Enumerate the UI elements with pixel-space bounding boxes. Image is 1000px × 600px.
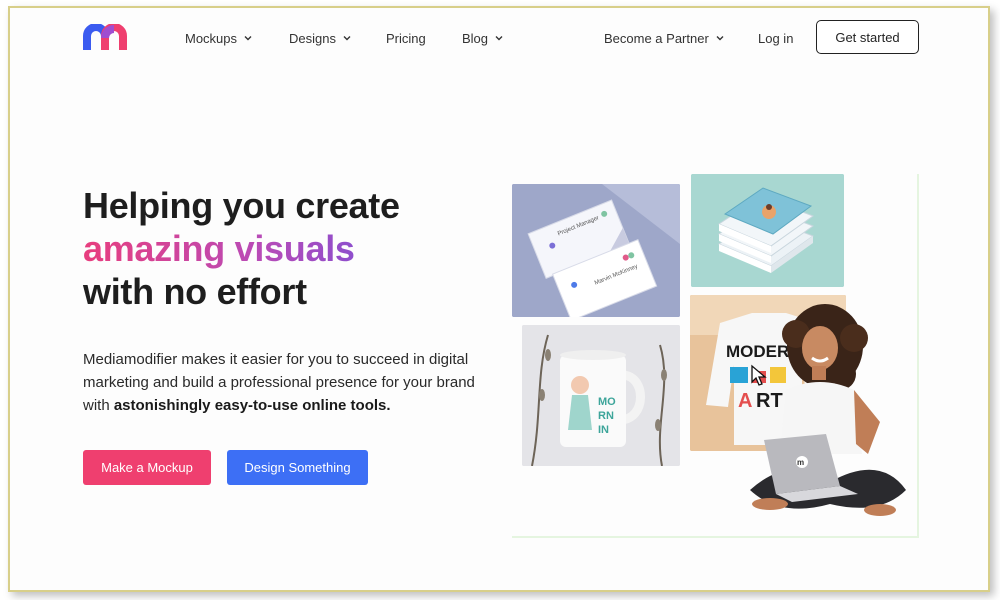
- headline-line-3: with no effort: [83, 271, 307, 312]
- svg-text:IN: IN: [598, 424, 609, 436]
- mug-mockup-image: MO RN IN: [522, 325, 680, 466]
- headline-line-1: Helping you create: [83, 185, 400, 226]
- hero-description: Mediamodifier makes it easier for you to…: [83, 348, 503, 417]
- design-something-button[interactable]: Design Something: [227, 450, 368, 485]
- nav-mockups[interactable]: Mockups: [185, 28, 253, 48]
- books-mockup-image: [691, 174, 844, 287]
- nav-mockups-label: Mockups: [185, 30, 238, 46]
- site-header: Mockups Designs Pricing Blog Become a Pa…: [10, 8, 988, 68]
- get-started-button[interactable]: Get started: [816, 20, 919, 54]
- nav-login-label: Log in: [758, 30, 794, 46]
- headline-line-2-gradient: amazing visuals: [83, 227, 400, 270]
- business-cards-image: Project Manager Marvin McKinney: [512, 184, 680, 317]
- nav-pricing-label: Pricing: [386, 30, 426, 46]
- hero-headline: Helping you create amazing visuals with …: [83, 184, 400, 313]
- nav-partner-label: Become a Partner: [604, 30, 709, 46]
- nav-login[interactable]: Log in: [758, 28, 793, 48]
- mouse-cursor-icon: [751, 364, 767, 386]
- nav-become-partner[interactable]: Become a Partner: [604, 28, 725, 48]
- chevron-down-icon: [495, 36, 503, 41]
- svg-text:MO: MO: [598, 396, 616, 408]
- svg-text:RN: RN: [598, 410, 614, 422]
- nav-designs-label: Designs: [289, 30, 336, 46]
- make-a-mockup-button[interactable]: Make a Mockup: [83, 450, 211, 485]
- woman-with-laptop-image: m: [750, 304, 906, 516]
- mediamodifier-logo[interactable]: [82, 24, 136, 52]
- hero-description-bold: astonishingly easy-to-use online tools.: [113, 397, 391, 414]
- chevron-down-icon: [716, 36, 724, 41]
- chevron-down-icon: [244, 36, 252, 41]
- nav-pricing[interactable]: Pricing: [386, 28, 426, 48]
- nav-blog-label: Blog: [462, 30, 489, 46]
- svg-text:m: m: [797, 458, 804, 467]
- nav-designs[interactable]: Designs: [289, 28, 352, 48]
- chevron-down-icon: [343, 36, 351, 41]
- nav-blog[interactable]: Blog: [462, 28, 504, 48]
- browser-frame: Mockups Designs Pricing Blog Become a Pa…: [8, 6, 990, 592]
